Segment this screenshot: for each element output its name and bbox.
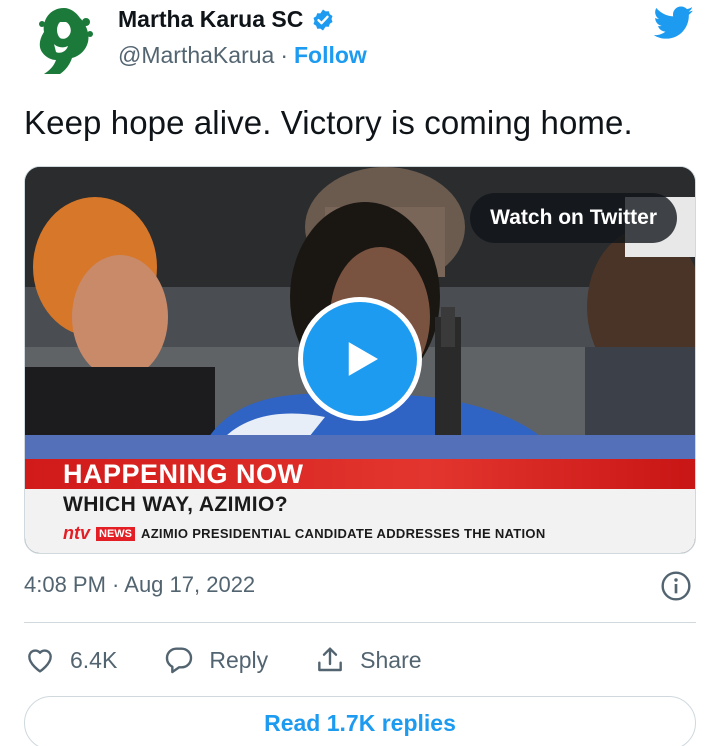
news-badge: NEWS [96,526,135,541]
author-handle[interactable]: @MarthaKarua [118,42,274,69]
lower-third-subline-row: ntv NEWS AZIMIO PRESIDENTIAL CANDIDATE A… [63,523,546,544]
avatar[interactable] [30,4,98,76]
share-button[interactable]: Share [314,644,422,676]
reply-button[interactable]: Reply [163,644,268,676]
lower-third-headline: WHICH WAY, AZIMIO? [63,493,288,516]
name-row: Martha Karua SC [118,6,335,33]
tweet-actions: 6.4K Reply Share [24,640,422,680]
play-button[interactable] [298,297,422,421]
reply-bubble-icon [166,647,193,674]
tweet-header: Martha Karua SC @MarthaKarua · Follow [0,0,720,90]
heart-icon [28,649,52,673]
watch-on-twitter-button[interactable]: Watch on Twitter [470,193,677,243]
like-count: 6.4K [70,646,118,673]
info-icon[interactable] [660,570,692,602]
divider [24,622,696,623]
reply-label: Reply [209,646,269,673]
play-icon [348,342,378,376]
lower-third-banner: HAPPENING NOW [63,459,304,489]
lower-third-subline: AZIMIO PRESIDENTIAL CANDIDATE ADDRESSES … [141,526,546,541]
channel-logo: ntv [63,523,90,543]
display-name[interactable]: Martha Karua SC [118,6,303,33]
video-player[interactable]: Watch on Twitter HAPPENING NOW WHICH WAY… [24,166,696,554]
follow-button[interactable]: Follow [294,42,367,69]
read-replies-button[interactable]: Read 1.7K replies [24,696,696,746]
like-button[interactable]: 6.4K [24,644,117,676]
tweet-text: Keep hope alive. Victory is coming home. [24,104,633,141]
handle-row: @MarthaKarua · Follow [118,42,367,69]
separator-dot: · [280,42,288,68]
share-label: Share [360,646,422,673]
tweet-timestamp[interactable]: 4:08 PM · Aug 17, 2022 [24,572,255,598]
share-icon [318,647,343,672]
verified-badge-icon [313,9,333,30]
news-lower-third: HAPPENING NOW WHICH WAY, AZIMIO? ntv NEW… [25,459,695,553]
twitter-bird-icon[interactable] [654,6,694,40]
